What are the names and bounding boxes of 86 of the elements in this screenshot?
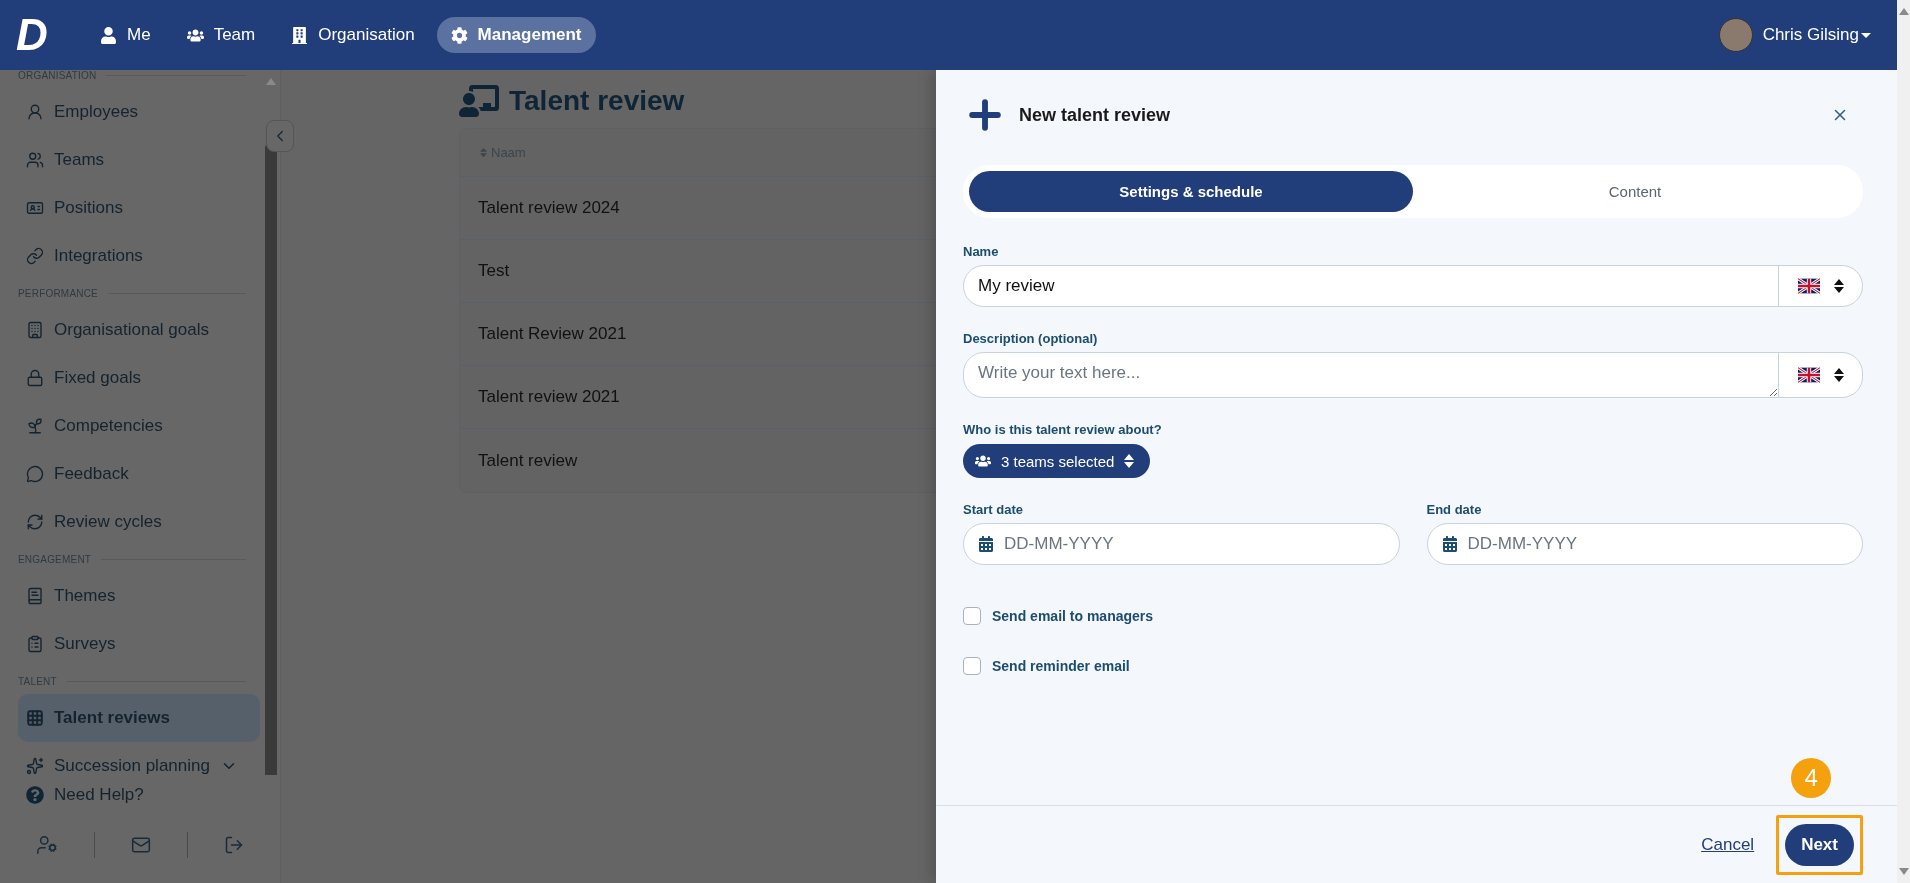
user-icon (26, 103, 44, 121)
tab[interactable]: Content (1413, 171, 1857, 212)
logout-button[interactable] (224, 835, 244, 855)
field-label: End date (1426, 502, 1483, 518)
scroll-up-icon[interactable] (1898, 8, 1909, 15)
link-icon (26, 247, 44, 265)
sprout-icon (26, 417, 44, 435)
uk-flag-icon (1797, 367, 1820, 383)
step-marker: 4 (1791, 757, 1832, 798)
table-cell: Talent review (478, 450, 578, 471)
sort-arrows-icon (1833, 279, 1844, 293)
date-field[interactable]: DD-MM-YYYY (1426, 523, 1863, 565)
sparkles-icon (26, 757, 44, 775)
chat-bubble-icon (26, 465, 44, 483)
book-icon (26, 587, 44, 605)
gear-icon (450, 26, 468, 44)
nav-tab[interactable]: Organisation (277, 17, 429, 53)
sidebar-item[interactable]: Integrations (18, 232, 260, 280)
checkbox-label: Send reminder email (992, 658, 1130, 674)
sidebar-item[interactable]: Surveys (18, 620, 260, 668)
table-cell: Talent review 2024 (478, 198, 620, 218)
field-label: Start date (963, 502, 1024, 518)
help-link[interactable]: Need Help? (0, 775, 280, 815)
section-title: ENGAGEMENT (18, 553, 92, 565)
checkbox[interactable] (963, 607, 981, 625)
section-title: TALENT (18, 675, 57, 687)
user-settings-button[interactable] (36, 834, 58, 856)
sort-icon (478, 147, 489, 158)
field-label: Who is this talent review about? (963, 422, 1163, 438)
building-icon (291, 26, 309, 44)
sidebar-item[interactable]: Succession planning (18, 742, 260, 775)
team-selector[interactable]: 3 teams selected (963, 444, 1151, 478)
date-field[interactable]: DD-MM-YYYY (963, 523, 1400, 565)
cancel-link[interactable]: Cancel (1701, 834, 1755, 855)
panel-title: New talent review (1019, 104, 1171, 126)
field-label: Name (963, 244, 1000, 260)
scrollbar-thumb[interactable] (265, 145, 277, 775)
building-icon (26, 321, 44, 339)
sidebar-item[interactable]: Themes (18, 572, 260, 620)
sidebar-item[interactable]: Review cycles (18, 498, 260, 546)
nav-tab[interactable]: Me (86, 17, 165, 53)
sidebar-item[interactable]: Feedback (18, 450, 260, 498)
users-icon (26, 151, 44, 169)
sidebar-item[interactable]: Talent reviews (18, 694, 260, 742)
logo[interactable]: D (16, 13, 60, 57)
calendar-icon (1441, 536, 1458, 552)
table-cell: Talent review 2021 (478, 387, 620, 407)
table-cell: Test (478, 261, 510, 281)
sort-arrows-icon (1833, 368, 1844, 382)
collapse-button[interactable] (266, 120, 294, 152)
sort-arrows-icon (1124, 454, 1135, 468)
section-title: ORGANISATION (18, 70, 97, 81)
refresh-icon (26, 513, 44, 531)
lock-icon (26, 369, 44, 387)
sidebar-item[interactable]: Positions (18, 184, 260, 232)
section-title: PERFORMANCE (18, 287, 98, 299)
page-title: Talent review (509, 85, 685, 117)
sidebar-item[interactable]: Fixed goals (18, 354, 260, 402)
scroll-up-icon[interactable] (266, 78, 276, 85)
sidebar-item[interactable]: Teams (18, 136, 260, 184)
nav-tab[interactable]: Team (172, 17, 270, 53)
sidebar-item[interactable]: Organisational goals (18, 306, 260, 354)
date-input[interactable]: DD-MM-YYYY (1465, 533, 1862, 555)
sidebar-item[interactable]: Employees (18, 88, 260, 136)
tab[interactable]: Settings & schedule (969, 171, 1413, 212)
mail-button[interactable] (131, 835, 151, 855)
date-input[interactable]: DD-MM-YYYY (1002, 533, 1399, 555)
user-menu[interactable]: Chris Gilsing (1762, 25, 1871, 45)
avatar[interactable] (1718, 18, 1753, 52)
user-icon (100, 26, 117, 44)
grid-icon (26, 709, 44, 727)
sidebar-item[interactable]: Competencies (18, 402, 260, 450)
clipboard-icon (26, 635, 44, 653)
caret-icon (1861, 32, 1871, 38)
next-button[interactable]: Next (1785, 823, 1854, 866)
checkbox-label: Send email to managers (992, 608, 1154, 624)
users-icon (975, 453, 991, 469)
checkbox[interactable] (963, 657, 981, 675)
id-card-icon (26, 199, 44, 217)
calendar-icon (978, 536, 994, 552)
nav-tab[interactable]: Management (436, 17, 596, 53)
field-label: Description (optional) (963, 331, 1099, 347)
table-cell: Talent Review 2021 (478, 324, 627, 344)
uk-flag-icon (1797, 278, 1820, 294)
help-icon (26, 786, 44, 804)
scroll-down-icon[interactable] (1898, 868, 1909, 875)
